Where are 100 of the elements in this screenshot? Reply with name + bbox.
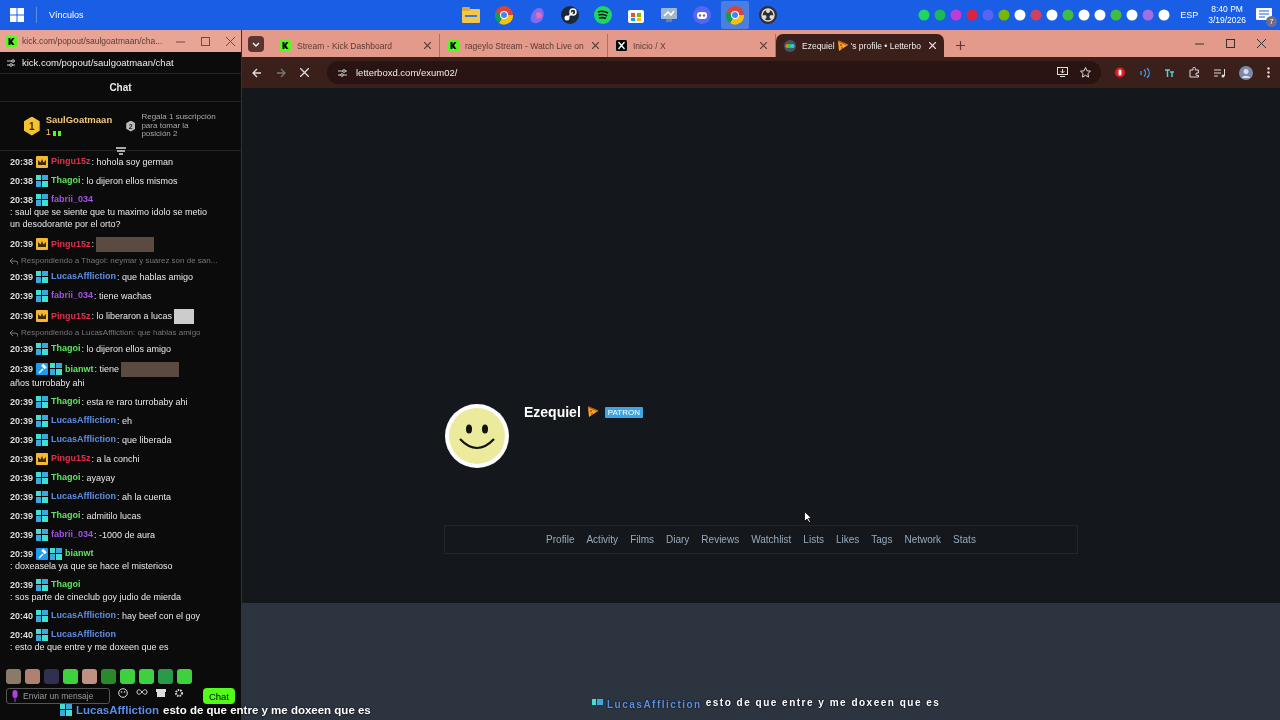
username[interactable]: LucasAffliction [51,629,117,640]
sound-wave-icon[interactable] [1139,67,1150,78]
username[interactable]: Thagoi [51,343,81,354]
window-title: kick.com/popout/saulgoatmaan/cha... [22,36,163,46]
close-icon[interactable] [1257,39,1266,48]
username[interactable]: Thagoi [51,579,81,590]
message-text: : admitilo lucas [81,509,142,522]
browser-tab[interactable]: Ezequiel 's profile • Letterbo [776,34,944,57]
emote-thumbnail[interactable] [6,668,21,684]
profile-nav-link[interactable]: Watchlist [751,534,792,545]
clock[interactable]: 8:40 PM 3/19/2026 [1208,4,1246,26]
rank-badge: 1 [24,116,40,136]
username[interactable]: LucasAffliction [51,415,117,426]
timestamp: 20:39 [10,490,34,503]
site-settings-icon[interactable] [337,67,348,78]
tab-search-button[interactable] [248,36,264,52]
tray-app-icon[interactable] [1094,9,1107,21]
install-icon[interactable] [1057,67,1068,77]
username[interactable]: Thagoi [51,396,81,407]
message-text: : que hablas amigo [117,270,194,283]
timestamp: 20:39 [10,452,34,465]
tab-title: Inicio / X [633,40,667,51]
username[interactable]: LucasAffliction [51,491,117,502]
star-icon[interactable] [1080,67,1091,78]
profile-nav-link[interactable]: Activity [586,534,619,545]
profile-nav-link[interactable]: Stats [953,534,976,545]
smiley-avatar-icon[interactable] [444,403,510,469]
infinity-icon[interactable] [136,688,148,696]
translate-icon[interactable] [1164,67,1175,78]
store-icon[interactable] [156,688,166,698]
username[interactable]: Thagoi [51,510,81,521]
dots-logo-icon [784,39,796,52]
notifications-icon[interactable] [1256,8,1272,22]
emote-thumbnail[interactable] [63,668,78,684]
timestamp: 20:39 [10,289,34,302]
address-text[interactable]: letterboxd.com/exum02/ [356,67,458,78]
username[interactable]: LucasAffliction [51,610,117,621]
username[interactable]: LucasAffliction [51,434,117,445]
emote-thumbnail[interactable] [44,668,59,684]
stop-icon[interactable] [300,68,309,77]
message-input[interactable]: Enviar un mensaje [6,688,110,704]
username[interactable]: Thagoi [51,472,81,483]
new-tab-icon[interactable] [956,41,965,50]
puzzle-icon[interactable] [1189,67,1200,78]
username[interactable]: Pingu15z [51,156,91,167]
maximize-icon[interactable] [201,36,210,46]
username[interactable]: fabrii_034 [51,290,94,301]
username[interactable]: Thagoi [51,175,81,186]
username[interactable]: bianwt [65,363,94,375]
media-control-icon[interactable] [1214,67,1225,78]
microphone-icon[interactable] [11,690,19,702]
emote-thumbnail[interactable] [177,668,192,684]
tray-app-icon[interactable] [1046,9,1059,21]
emote-thumbnail[interactable] [120,668,135,684]
forward-icon[interactable] [276,67,286,78]
timestamp: 20:40 [10,628,34,641]
hand-icon[interactable] [1115,67,1125,78]
tray-app-icon[interactable] [1014,9,1027,21]
profile-nav-link[interactable]: Profile [546,534,575,545]
profile-nav-link[interactable]: Tags [871,534,893,545]
emote-thumbnail[interactable] [82,668,97,684]
settings-icon[interactable] [174,688,184,698]
username[interactable]: fabrii_034 [51,194,94,205]
tray-app-icon[interactable] [1078,9,1091,21]
message-text: : [91,238,95,250]
emote-thumbnail[interactable] [139,668,154,684]
emote-thumbnail[interactable] [101,668,116,684]
more-icon[interactable] [1267,67,1270,78]
collapse-icon[interactable] [116,147,126,155]
chat-heading: Chat [109,82,132,93]
username[interactable]: bianwt [65,548,94,559]
username[interactable]: Pingu15z [51,238,91,250]
emote-thumbnail[interactable] [25,668,40,684]
tray-app-icon[interactable] [1158,9,1171,21]
username[interactable]: Pingu15z [51,310,91,322]
profile-nav-link[interactable]: Reviews [701,534,740,545]
tray-app-icon[interactable] [1126,9,1139,21]
username[interactable]: SaulGoatmaan [45,114,113,126]
folder-icon[interactable] [460,6,481,24]
emote-thumbnail[interactable] [158,668,173,684]
back-icon[interactable] [252,67,262,78]
site-settings-icon[interactable] [6,57,16,68]
profile-nav-link[interactable]: Diary [666,534,690,545]
username[interactable]: fabrii_034 [51,529,94,540]
username[interactable]: Pingu15z [51,453,91,464]
toolbar-label[interactable]: Vínculos [49,10,84,20]
profile-nav-link[interactable]: Films [630,534,654,545]
message-text: : ayayay [81,471,116,484]
username[interactable]: LucasAffliction [51,271,117,282]
send-button[interactable]: Chat [202,688,235,704]
emoji-icon[interactable] [118,688,128,698]
reply-context: Respondiendo a LucasAffliction: que hablas amigo [21,327,201,339]
address-text[interactable]: kick.com/popout/saulgoatmaan/chat [22,57,174,68]
tray-app-icon[interactable] [918,9,931,21]
avatar-icon[interactable] [1239,65,1253,80]
profile-nav-link[interactable]: Likes [835,534,860,545]
language-indicator[interactable]: ESP [1180,10,1199,20]
profile-nav-link[interactable]: Network [904,534,942,545]
maximize-icon[interactable] [1226,39,1235,48]
profile-nav-link[interactable]: Lists [803,534,824,545]
